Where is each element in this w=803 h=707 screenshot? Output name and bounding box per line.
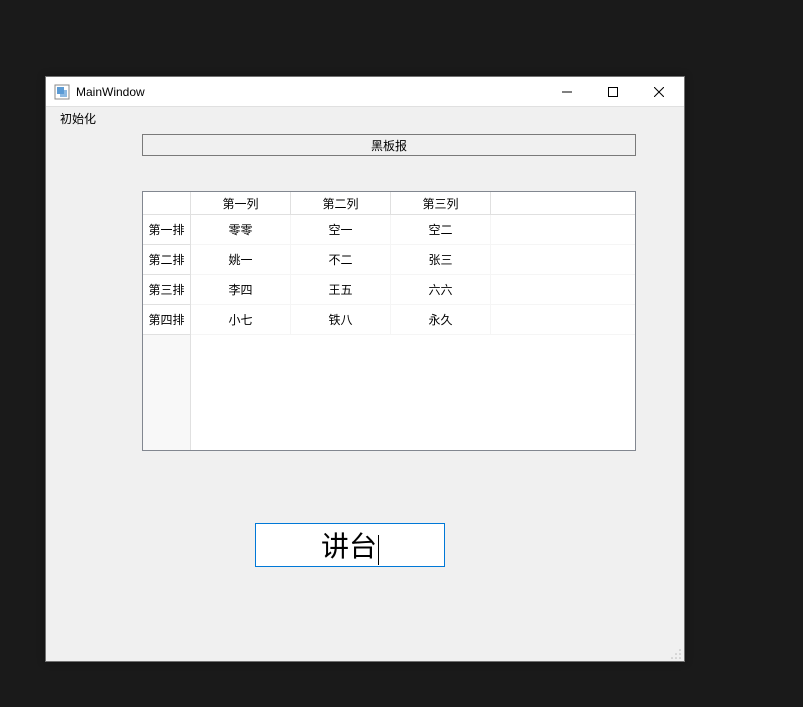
table-cell[interactable]: 小七 bbox=[191, 305, 291, 335]
client-area: 黑板报 第一列第二列第三列第一排零零空一空二第二排姚一不二张三第三排李四王五六六… bbox=[46, 129, 684, 661]
table-corner bbox=[143, 192, 191, 215]
column-header-empty bbox=[491, 192, 635, 215]
table-cell[interactable]: 张三 bbox=[391, 245, 491, 275]
blackboard-button[interactable]: 黑板报 bbox=[142, 134, 636, 156]
table-cell[interactable]: 姚一 bbox=[191, 245, 291, 275]
resize-grip-icon[interactable] bbox=[670, 647, 682, 659]
column-header[interactable]: 第一列 bbox=[191, 192, 291, 215]
row-header-empty bbox=[143, 335, 191, 451]
titlebar[interactable]: MainWindow bbox=[46, 77, 684, 107]
table-cell[interactable]: 空一 bbox=[291, 215, 391, 245]
row-header[interactable]: 第四排 bbox=[143, 305, 191, 335]
table-empty-area bbox=[191, 335, 635, 451]
seating-table[interactable]: 第一列第二列第三列第一排零零空一空二第二排姚一不二张三第三排李四王五六六第四排小… bbox=[142, 191, 636, 451]
column-header[interactable]: 第三列 bbox=[391, 192, 491, 215]
table-cell[interactable]: 王五 bbox=[291, 275, 391, 305]
window-title: MainWindow bbox=[76, 85, 544, 99]
close-button[interactable] bbox=[636, 77, 682, 106]
table-cell-empty bbox=[491, 245, 635, 275]
menubar: 初始化 bbox=[46, 107, 684, 129]
table-cell-empty bbox=[491, 215, 635, 245]
podium-text: 讲台 bbox=[321, 525, 379, 565]
window-controls bbox=[544, 77, 682, 106]
podium-input[interactable]: 讲台 bbox=[255, 523, 445, 567]
app-icon bbox=[54, 84, 70, 100]
table-cell[interactable]: 零零 bbox=[191, 215, 291, 245]
minimize-button[interactable] bbox=[544, 77, 590, 106]
table-cell[interactable]: 永久 bbox=[391, 305, 491, 335]
maximize-button[interactable] bbox=[590, 77, 636, 106]
table-cell[interactable]: 不二 bbox=[291, 245, 391, 275]
main-window: MainWindow 初始化 黑板报 第一列第二列第三列第一排零零空一空二第二排… bbox=[45, 76, 685, 662]
table-cell[interactable]: 六六 bbox=[391, 275, 491, 305]
table-cell[interactable]: 李四 bbox=[191, 275, 291, 305]
table-cell[interactable]: 空二 bbox=[391, 215, 491, 245]
table-cell-empty bbox=[491, 305, 635, 335]
text-caret bbox=[378, 535, 379, 565]
blackboard-label-text: 黑板报 bbox=[371, 137, 407, 154]
table-cell-empty bbox=[491, 275, 635, 305]
row-header[interactable]: 第三排 bbox=[143, 275, 191, 305]
row-header[interactable]: 第二排 bbox=[143, 245, 191, 275]
menu-init[interactable]: 初始化 bbox=[54, 108, 102, 129]
column-header[interactable]: 第二列 bbox=[291, 192, 391, 215]
table-cell[interactable]: 铁八 bbox=[291, 305, 391, 335]
row-header[interactable]: 第一排 bbox=[143, 215, 191, 245]
